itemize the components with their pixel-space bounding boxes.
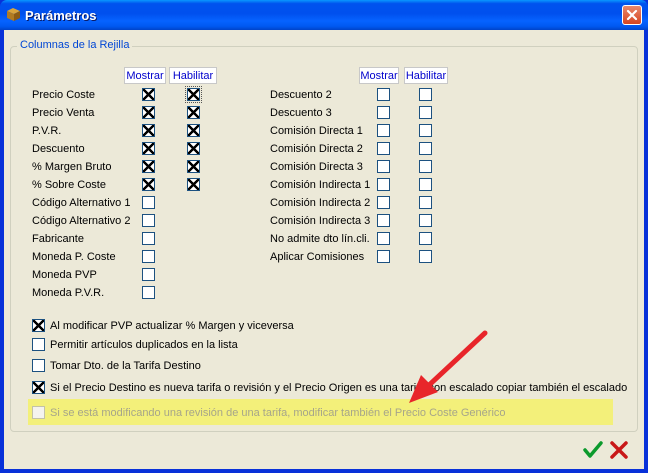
right-show-checkbox[interactable] <box>377 160 390 173</box>
left-row-label: Moneda P.V.R. <box>32 287 105 299</box>
right-row-label: No admite dto lín.cli. <box>270 233 370 245</box>
right-show-checkbox[interactable] <box>377 124 390 137</box>
right-row-label: Aplicar Comisiones <box>270 251 365 263</box>
right-show-checkbox[interactable] <box>377 250 390 263</box>
left-row-label: % Margen Bruto <box>32 161 112 173</box>
left-header-1: Habilitar <box>169 67 217 84</box>
right-enable-checkbox[interactable] <box>419 214 432 227</box>
right-row-label: Comisión Directa 1 <box>270 125 363 137</box>
right-header-1: Habilitar <box>404 67 448 84</box>
group-title: Columnas de la Rejilla <box>17 39 133 51</box>
title-bar[interactable]: Parámetros <box>0 0 648 30</box>
left-show-checkbox[interactable] <box>142 124 155 137</box>
right-row-label: Comisión Directa 2 <box>270 143 363 155</box>
right-row-label: Comisión Indirecta 3 <box>270 215 371 227</box>
left-show-checkbox[interactable] <box>142 232 155 245</box>
right-row-label: Comisión Indirecta 1 <box>270 179 371 191</box>
cancel-button[interactable] <box>608 439 630 461</box>
right-enable-checkbox[interactable] <box>419 232 432 245</box>
left-enable-checkbox[interactable] <box>187 178 200 191</box>
option-checkbox[interactable] <box>32 406 45 419</box>
left-enable-checkbox[interactable] <box>187 106 200 119</box>
option-checkbox[interactable] <box>32 338 45 351</box>
right-enable-checkbox[interactable] <box>419 160 432 173</box>
dialog-client: Columnas de la Rejilla Mostrar Habilitar P… <box>4 30 644 469</box>
close-icon <box>626 9 638 21</box>
option-checkbox[interactable] <box>32 319 45 332</box>
left-row-label: Fabricante <box>32 233 84 245</box>
left-row-label: Descuento <box>32 143 85 155</box>
right-show-checkbox[interactable] <box>377 142 390 155</box>
right-enable-checkbox[interactable] <box>419 124 432 137</box>
right-row-label: Descuento 3 <box>270 107 332 119</box>
right-enable-checkbox[interactable] <box>419 250 432 263</box>
right-show-checkbox[interactable] <box>377 214 390 227</box>
left-header-0: Mostrar <box>124 67 166 84</box>
left-row-label: Precio Coste <box>32 89 95 101</box>
option-label: Tomar Dto. de la Tarifa Destino <box>50 360 201 372</box>
left-show-checkbox[interactable] <box>142 106 155 119</box>
left-show-checkbox[interactable] <box>142 196 155 209</box>
right-row-label: Descuento 2 <box>270 89 332 101</box>
left-show-checkbox[interactable] <box>142 178 155 191</box>
right-show-checkbox[interactable] <box>377 178 390 191</box>
right-show-checkbox[interactable] <box>377 106 390 119</box>
left-show-checkbox[interactable] <box>142 250 155 263</box>
left-show-checkbox[interactable] <box>142 88 155 101</box>
parametros-window: Parámetros Columnas de la Rejilla Mostra… <box>0 0 648 473</box>
right-enable-checkbox[interactable] <box>419 178 432 191</box>
left-row-label: Código Alternativo 2 <box>32 215 131 227</box>
left-enable-checkbox[interactable] <box>187 142 200 155</box>
right-row-label: Comisión Indirecta 2 <box>270 197 371 209</box>
left-row-label: Moneda PVP <box>32 269 97 281</box>
left-show-checkbox[interactable] <box>142 142 155 155</box>
right-show-checkbox[interactable] <box>377 232 390 245</box>
right-row-label: Comisión Directa 3 <box>270 161 363 173</box>
window-title: Parámetros <box>25 8 97 23</box>
left-show-checkbox[interactable] <box>142 214 155 227</box>
right-header-0: Mostrar <box>359 67 399 84</box>
option-checkbox[interactable] <box>32 359 45 372</box>
ok-button[interactable] <box>582 439 604 461</box>
close-button[interactable] <box>622 5 642 25</box>
left-enable-checkbox[interactable] <box>187 160 200 173</box>
option-label: Si el Precio Destino es nueva tarifa o r… <box>50 382 628 394</box>
option-label: Si se está modificando una revisión de u… <box>50 407 506 419</box>
cancel-x-icon <box>610 441 628 459</box>
box-icon <box>7 8 20 21</box>
left-enable-checkbox[interactable] <box>185 86 202 103</box>
option-label: Al modificar PVP actualizar % Margen y v… <box>50 320 294 332</box>
option-label: Permitir artículos duplicados en la list… <box>50 339 238 351</box>
checkmark-icon <box>583 441 603 458</box>
left-row-label: % Sobre Coste <box>32 179 106 191</box>
right-enable-checkbox[interactable] <box>419 106 432 119</box>
right-show-checkbox[interactable] <box>377 196 390 209</box>
left-show-checkbox[interactable] <box>142 268 155 281</box>
left-row-label: P.V.R. <box>32 125 62 137</box>
left-enable-checkbox[interactable] <box>187 124 200 137</box>
left-row-label: Código Alternativo 1 <box>32 197 131 209</box>
left-row-label: Moneda P. Coste <box>32 251 116 263</box>
option-checkbox[interactable] <box>32 381 45 394</box>
right-enable-checkbox[interactable] <box>419 88 432 101</box>
left-show-checkbox[interactable] <box>142 286 155 299</box>
left-show-checkbox[interactable] <box>142 160 155 173</box>
right-enable-checkbox[interactable] <box>419 142 432 155</box>
right-show-checkbox[interactable] <box>377 88 390 101</box>
right-enable-checkbox[interactable] <box>419 196 432 209</box>
left-row-label: Precio Venta <box>32 107 95 119</box>
